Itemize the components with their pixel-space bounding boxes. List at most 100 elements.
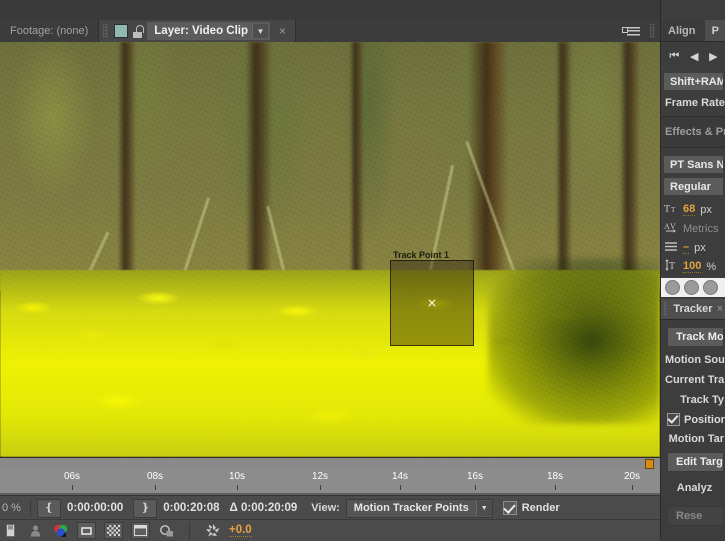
align-right-icon[interactable] xyxy=(703,280,718,295)
align-left-icon[interactable] xyxy=(665,280,680,295)
current-track-label: Current Tra xyxy=(661,370,725,390)
ruler-tick-mark xyxy=(555,485,556,490)
edit-target-button[interactable]: Edit Targ xyxy=(667,452,724,472)
panel-resize-grip[interactable] xyxy=(646,20,660,42)
alpha-boundary-icon[interactable] xyxy=(158,523,175,538)
close-icon[interactable]: × xyxy=(274,25,291,37)
font-size-value[interactable]: 68 xyxy=(683,203,695,216)
panel-grip-icon[interactable] xyxy=(664,302,667,316)
position-label: Position xyxy=(684,414,725,426)
viewer-tab-bar: Footage: (none) Layer: Video Clip ▼ × xyxy=(0,20,660,43)
out-point-timecode[interactable]: 0:00:20:08 xyxy=(163,502,219,514)
viewer-status-bar: 0 % ❴ 0:00:00:00 ❵ 0:00:20:08 Δ 0:00:20:… xyxy=(0,495,660,520)
vertical-scale-row: T 100 % xyxy=(661,257,725,276)
position-checkbox-row[interactable]: Position xyxy=(661,410,725,429)
close-icon[interactable]: × xyxy=(717,303,723,315)
tracker-panel-header: Tracker × xyxy=(661,299,725,320)
ruler-tick-mark xyxy=(632,485,633,490)
font-style-dropdown[interactable]: Regular xyxy=(663,177,724,196)
show-snapshot-icon[interactable] xyxy=(27,523,44,538)
track-point-crosshair-icon[interactable] xyxy=(428,299,437,308)
tab-layer-label: Layer: Video Clip xyxy=(154,25,248,37)
play-icon[interactable]: ▶ xyxy=(709,50,717,63)
ruler-tick-label: 06s xyxy=(64,471,80,482)
track-point-label: Track Point 1 xyxy=(393,250,449,260)
svg-text:T: T xyxy=(664,204,670,214)
in-point-timecode[interactable]: 0:00:00:00 xyxy=(67,502,123,514)
shift-ram-preview-button[interactable]: Shift+RAM xyxy=(663,72,724,91)
leading-unit: px xyxy=(694,242,706,254)
panel-menu-button[interactable] xyxy=(620,20,646,42)
chevron-down-icon[interactable]: ▼ xyxy=(252,24,268,38)
tab-footage-label: Footage: (none) xyxy=(10,25,88,37)
kerning-value[interactable]: Metrics xyxy=(683,223,718,235)
ruler-tick-mark xyxy=(155,485,156,490)
video-frame xyxy=(0,42,660,457)
tab-align[interactable]: Align xyxy=(661,20,703,41)
ruler-tick-label: 10s xyxy=(229,471,245,482)
font-family-dropdown[interactable]: PT Sans Nar xyxy=(663,155,724,174)
ruler-tick-label: 14s xyxy=(392,471,408,482)
playhead-marker[interactable] xyxy=(645,459,654,469)
ruler-tick-label: 18s xyxy=(547,471,563,482)
chevron-down-icon: ▼ xyxy=(476,501,492,516)
tab-footage[interactable]: Footage: (none) xyxy=(0,20,99,42)
layer-color-swatch-icon[interactable] xyxy=(114,24,128,38)
frame-grain-overlay xyxy=(0,42,660,457)
exposure-value[interactable]: +0.0 xyxy=(229,524,252,537)
track-point-region[interactable]: Track Point 1 xyxy=(390,260,474,346)
view-label: View: xyxy=(311,502,340,514)
ruler-tick-label: 20s xyxy=(624,471,640,482)
render-checkbox[interactable] xyxy=(503,501,517,515)
effects-presets-tab[interactable]: Effects & Pr xyxy=(661,117,725,148)
layer-tab-group: Layer: Video Clip ▼ × xyxy=(99,20,296,42)
take-snapshot-icon[interactable] xyxy=(2,523,19,538)
ruler-tick-mark xyxy=(475,485,476,490)
render-label: Render xyxy=(522,502,560,514)
in-point-button[interactable]: ❴ xyxy=(37,499,61,518)
out-point-button[interactable]: ❵ xyxy=(133,499,157,518)
view-dropdown[interactable]: Motion Tracker Points ▼ xyxy=(346,499,493,518)
align-preview-tab-row: Align P xyxy=(661,20,725,42)
preview-transport-controls: ⏮ ◀ ▶ xyxy=(661,45,725,69)
tab-preview[interactable]: P xyxy=(705,20,725,41)
viewer-time-ruler[interactable]: 06s 08s 10s 12s 14s 16s 18s 20s xyxy=(0,457,660,496)
position-checkbox[interactable] xyxy=(667,413,680,426)
time-ruler-labels[interactable]: 06s 08s 10s 12s 14s 16s 18s 20s xyxy=(0,469,660,496)
previous-frame-icon[interactable]: ◀ xyxy=(690,50,698,63)
svg-text:T: T xyxy=(669,261,675,271)
preview-panel: ⏮ ◀ ▶ Shift+RAM Frame Rate xyxy=(661,41,725,117)
font-size-unit: px xyxy=(700,204,712,216)
vertical-scale-icon: T xyxy=(664,259,678,274)
duration-timecode: Δ 0:00:20:09 xyxy=(230,502,298,514)
motion-source-label: Motion Sou xyxy=(661,350,725,370)
svg-text:T: T xyxy=(671,206,676,214)
exposure-aperture-icon[interactable] xyxy=(204,523,221,538)
layer-viewer-canvas[interactable]: Track Point 1 xyxy=(0,42,660,457)
tab-layer-video-clip[interactable]: Layer: Video Clip ▼ xyxy=(147,22,270,40)
viewer-bottom-toolbar: +0.0 xyxy=(0,519,662,541)
transparency-grid-icon[interactable] xyxy=(104,522,123,539)
tracker-panel-title: Tracker xyxy=(673,303,712,315)
lock-icon[interactable] xyxy=(132,25,143,38)
region-of-interest-icon[interactable] xyxy=(77,522,96,539)
panel-grip-icon[interactable] xyxy=(103,24,108,38)
ruler-tick-label: 16s xyxy=(467,471,483,482)
align-center-icon[interactable] xyxy=(684,280,699,295)
vertical-scale-unit: % xyxy=(706,261,716,273)
mask-overlay-icon[interactable] xyxy=(131,522,150,539)
ruler-tick-mark xyxy=(237,485,238,490)
zoom-level-value[interactable]: 0 % xyxy=(0,502,24,514)
effects-presets-label: Effects & Pr xyxy=(661,122,725,142)
channel-rgb-icon[interactable] xyxy=(52,523,69,538)
motion-target-label: Motion Tar xyxy=(661,429,725,449)
ruler-tick-mark xyxy=(320,485,321,490)
vertical-scale-value[interactable]: 100 xyxy=(683,260,701,273)
tracker-panel-body: Track Mo Motion Sou Current Tra Track Ty… xyxy=(661,320,725,526)
font-size-icon: TT xyxy=(664,203,678,217)
track-motion-button[interactable]: Track Mo xyxy=(667,327,724,347)
leading-icon xyxy=(664,241,678,255)
reset-button[interactable]: Rese xyxy=(667,506,724,526)
first-frame-icon[interactable]: ⏮ xyxy=(669,50,679,63)
leading-value[interactable]: – xyxy=(683,241,689,254)
